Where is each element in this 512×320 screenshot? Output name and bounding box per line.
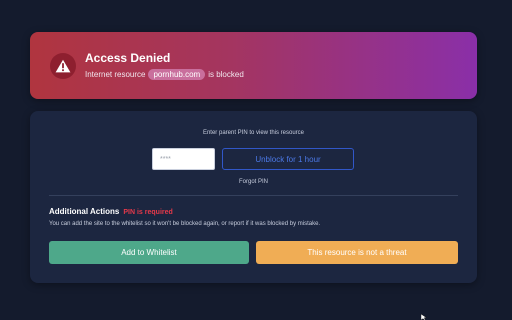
- not-a-threat-button[interactable]: This resource is not a threat: [256, 241, 458, 264]
- alert-message: Internet resource pornhub.com is blocked: [85, 69, 244, 80]
- add-to-whitelist-button[interactable]: Add to Whitelist: [49, 241, 249, 264]
- alert-message-suffix: is blocked: [208, 70, 244, 79]
- pin-input[interactable]: [152, 148, 215, 170]
- additional-actions-heading: Additional Actions PIN is required: [49, 207, 173, 216]
- alert-title: Access Denied: [85, 51, 171, 65]
- warning-icon: [50, 52, 76, 79]
- additional-actions-title: Additional Actions: [49, 207, 120, 216]
- divider: [49, 195, 458, 196]
- access-denied-banner: Access Denied Internet resource pornhub.…: [30, 32, 477, 99]
- unlock-panel: Enter parent PIN to view this resource U…: [30, 111, 477, 283]
- pin-prompt: Enter parent PIN to view this resource: [202, 130, 305, 136]
- unblock-button[interactable]: Unblock for 1 hour: [222, 148, 354, 170]
- actions-description: You can add the site to the whitelist so…: [49, 221, 321, 227]
- blocked-domain-badge: pornhub.com: [148, 69, 206, 80]
- alert-message-prefix: Internet resource: [85, 70, 146, 79]
- pin-required-notice: PIN is required: [123, 209, 173, 216]
- mouse-cursor-icon: [421, 314, 427, 320]
- forgot-pin-link[interactable]: Forgot PIN: [30, 179, 477, 185]
